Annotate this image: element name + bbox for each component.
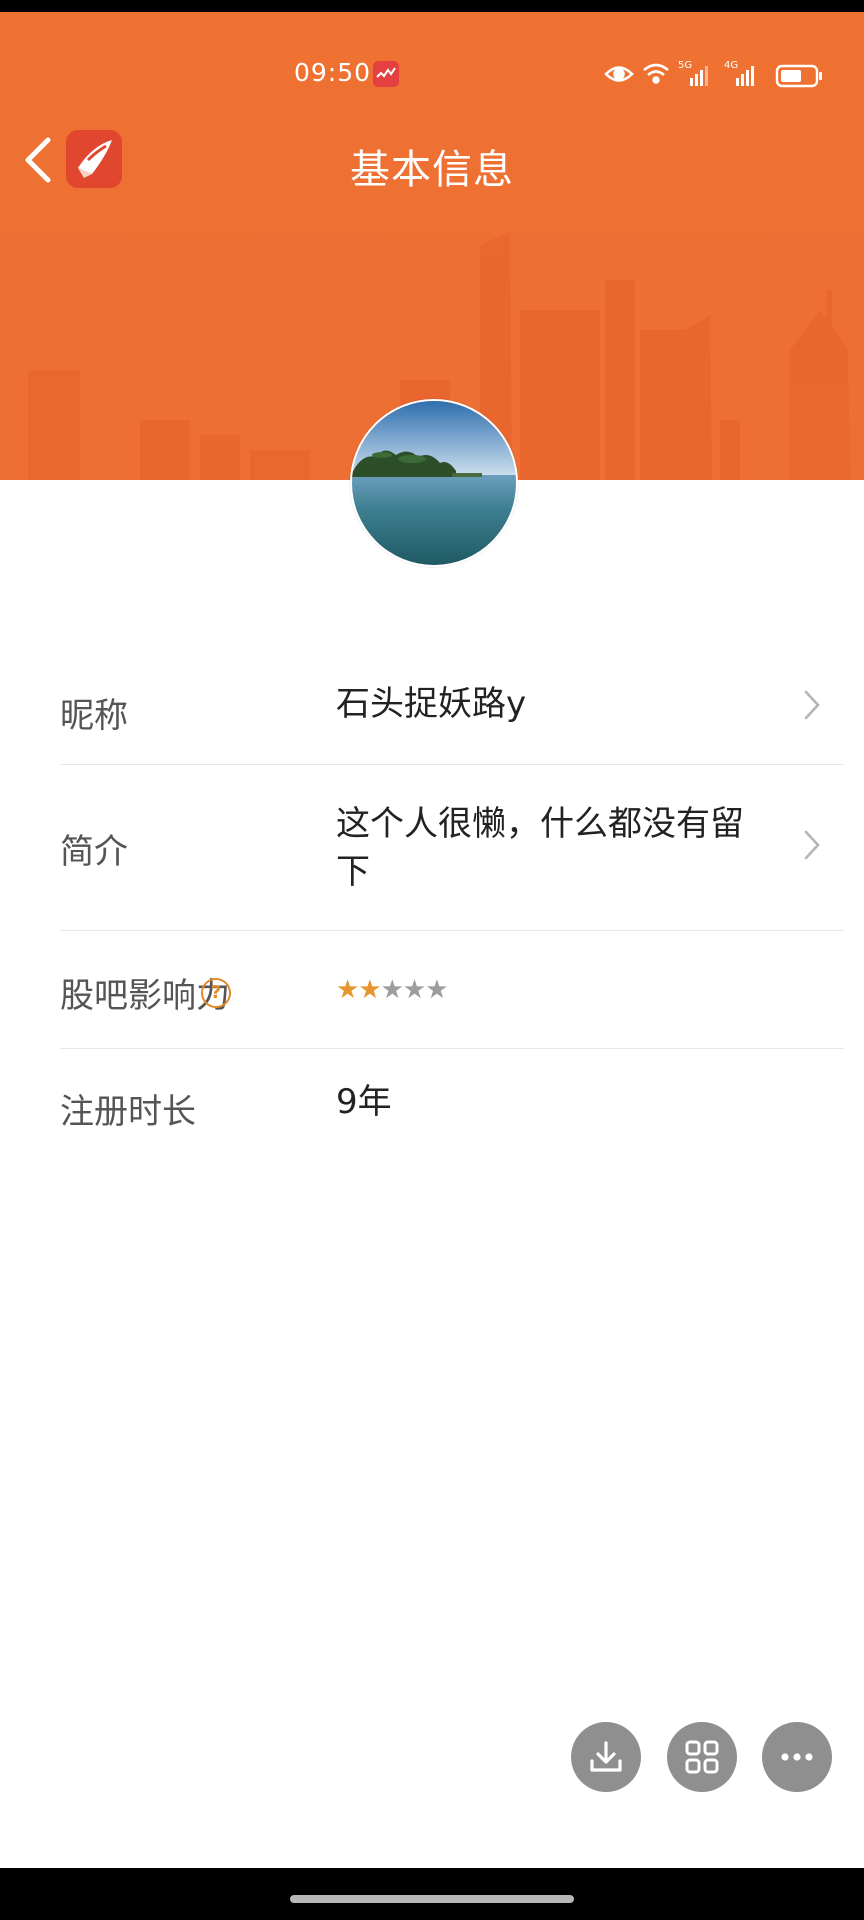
eye-icon [604, 66, 634, 82]
download-button[interactable] [571, 1722, 641, 1792]
nickname-row[interactable]: 昵称 石头捉妖路y [60, 680, 840, 770]
help-icon[interactable]: ? [201, 978, 231, 1008]
signal-5g-label: 5G [678, 60, 692, 71]
star-empty: ★★★ [380, 975, 449, 1005]
nickname-value: 石头捉妖路y [336, 684, 527, 724]
influence-rating-stars: ★★★★★ [336, 975, 449, 1005]
wifi-icon [643, 63, 669, 84]
divider [60, 1048, 844, 1049]
signal-4g-label: 4G [724, 60, 738, 71]
bio-value-line-1: 这个人很懒，什么都没有留 [336, 804, 744, 844]
star-filled: ★★ [336, 975, 382, 1005]
registration-duration-value: 9年 [336, 1082, 392, 1122]
profile-screen: 09:50 5G 4G 基本信息 昵称 石头捉妖路y 简介 这个人很懒，什么都没… [0, 0, 864, 1920]
chevron-right-icon [804, 690, 820, 720]
signal-bars-icon [736, 66, 754, 86]
nickname-label: 昵称 [60, 696, 128, 736]
grid-button[interactable] [667, 1722, 737, 1792]
more-button[interactable] [762, 1722, 832, 1792]
bio-label: 简介 [60, 832, 128, 872]
navigation-bar [0, 1868, 864, 1920]
status-time: 09:50 [294, 58, 372, 87]
download-icon [590, 1741, 622, 1772]
divider [60, 764, 844, 765]
registration-duration-row: 注册时长 9年 [60, 1082, 840, 1134]
status-icons: 5G 4G [604, 60, 822, 88]
divider [60, 930, 844, 931]
registration-duration-label: 注册时长 [60, 1092, 196, 1132]
stock-app-notification-icon [373, 61, 399, 87]
bio-value: 这个人很懒，什么都没有留 下 [336, 800, 796, 896]
signal-bars-icon [690, 66, 708, 86]
battery-icon [775, 64, 822, 88]
top-bezel [0, 0, 864, 12]
chevron-right-icon [804, 830, 820, 860]
more-icon [781, 1753, 813, 1761]
home-indicator[interactable] [290, 1895, 574, 1903]
influence-row: 股吧影响力 [60, 968, 840, 1018]
grid-icon [685, 1740, 719, 1774]
avatar[interactable] [350, 399, 518, 567]
bio-value-line-2: 下 [336, 852, 370, 892]
bio-row[interactable]: 简介 这个人很懒，什么都没有留 下 [60, 800, 840, 910]
page-title: 基本信息 [350, 147, 514, 193]
